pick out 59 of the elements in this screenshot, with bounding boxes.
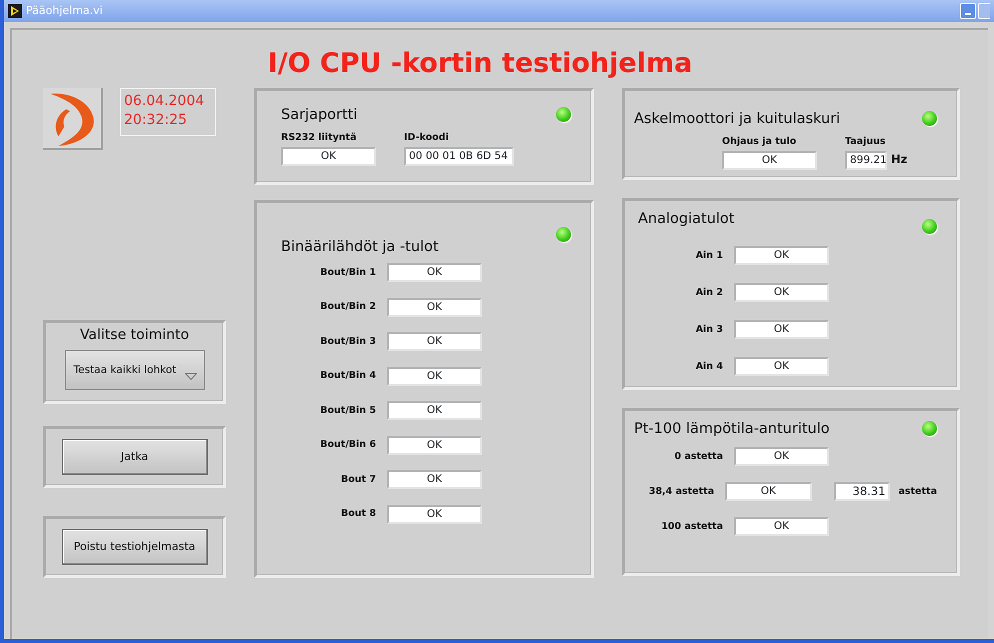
panel-title: Pt-100 lämpötila-anturitulo (634, 420, 830, 440)
value-field: OK (387, 436, 482, 455)
field-label: Bout 7 (340, 472, 376, 487)
value-field: OK (387, 366, 482, 386)
field-label: Ain 1 (694, 248, 723, 263)
value-field: OK (387, 401, 482, 420)
value-field: OK (734, 246, 829, 266)
panel-title: Askelmoottori ja kuitulaskuri (634, 110, 840, 130)
function-label: Valitse toiminto (80, 326, 190, 346)
function-dropdown[interactable]: Testaa kaikki lohkot (64, 350, 204, 390)
field-label: Taajuus (845, 135, 887, 150)
field-label: Bout/Bin 5 (319, 404, 376, 418)
value-field: OK (734, 447, 829, 466)
time-text: 20:32:25 (124, 110, 187, 129)
logo-icon (43, 88, 103, 150)
value-field: OK (734, 517, 829, 536)
field-label: Ain 4 (694, 360, 723, 374)
maximize-button[interactable] (978, 3, 990, 19)
exit-button[interactable]: Poistu testiohjelmasta (62, 529, 208, 566)
field-label: Bout/Bin 4 (319, 369, 376, 384)
field-label: Bout/Bin 6 (319, 438, 376, 452)
field-label: Ain 3 (694, 322, 723, 337)
field-label: Ohjaus ja tulo (722, 135, 798, 150)
value-field: OK (734, 283, 829, 302)
field-label: Ain 2 (694, 286, 723, 300)
value-field: OK (725, 482, 812, 502)
value-field: OK (387, 504, 482, 524)
value-field: OK (387, 470, 482, 490)
value-field: OK (387, 298, 482, 317)
field-label: 0 astetta (674, 450, 723, 464)
field-label: 100 astetta (660, 520, 723, 534)
value-field: OK (734, 320, 829, 340)
field-label: Bout/Bin 3 (319, 334, 376, 349)
value-field: OK (281, 147, 376, 166)
value-field: 38.31 (834, 482, 890, 502)
value-field: OK (734, 357, 829, 376)
value-field: 899.21 (845, 151, 887, 170)
panel-title: Analogiatulot (638, 210, 734, 230)
unit-label: astetta (898, 484, 937, 499)
panel-heading: I/O CPU -kortin testiohjelma (266, 48, 694, 80)
app-icon (8, 4, 22, 18)
field-label: Bout/Bin 1 (319, 266, 376, 280)
field-label: RS232 liityntä (281, 131, 358, 146)
panel-title: Sarjaportti (281, 106, 358, 126)
unit-label: Hz (891, 151, 908, 168)
field-label: 38,4 astetta (648, 484, 714, 499)
dropdown-arrow-icon (184, 373, 196, 380)
window-title: Pääohjelma.vi (26, 2, 103, 19)
value-field: OK (387, 263, 482, 282)
field-label: Bout 8 (340, 507, 376, 522)
value-field: OK (387, 332, 482, 352)
value-field: 00 00 01 0B 6D 54 (404, 147, 514, 166)
field-label: ID-koodi (404, 131, 450, 146)
continue-button[interactable]: Jatka (62, 439, 208, 476)
minimize-button[interactable] (960, 3, 976, 19)
field-label: Bout/Bin 2 (319, 300, 376, 314)
panel-title: Binäärilähdöt ja -tulot (281, 238, 439, 258)
value-field: OK (722, 151, 817, 170)
date-text: 06.04.2004 (124, 92, 204, 111)
